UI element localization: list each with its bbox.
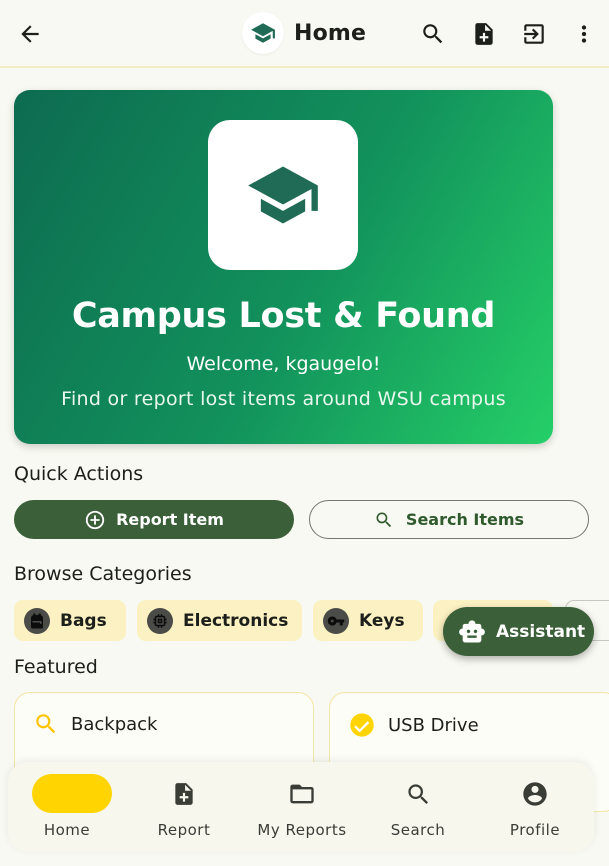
- new-report-button[interactable]: [467, 17, 501, 51]
- report-item-label: Report Item: [116, 510, 224, 529]
- nav-label: Search: [390, 821, 446, 839]
- graduation-cap-icon: [251, 23, 275, 43]
- app-root: Home Campus Lost & Found Welcome, kgauge…: [0, 0, 609, 866]
- backpack-icon: [24, 607, 50, 634]
- search-button[interactable]: [416, 17, 450, 51]
- nav-label: Home: [43, 821, 91, 839]
- nav-item-report[interactable]: Report: [129, 762, 239, 852]
- app-logo: [242, 12, 284, 54]
- nav-item-search[interactable]: Search: [363, 762, 473, 852]
- account-circle-icon: [480, 780, 590, 808]
- search-icon: [363, 780, 473, 808]
- title-group: Home: [242, 12, 366, 54]
- hero-logo-box: [208, 120, 358, 270]
- more-options-button[interactable]: [567, 17, 601, 51]
- add-report-icon: [129, 780, 239, 808]
- nav-item-my-reports[interactable]: My Reports: [247, 762, 357, 852]
- logout-button[interactable]: [517, 17, 551, 51]
- hero-title: Campus Lost & Found: [71, 296, 496, 336]
- chip-icon: [147, 607, 173, 634]
- featured-item-label: USB Drive: [388, 714, 479, 736]
- category-label: Keys: [359, 610, 405, 631]
- nav-label: My Reports: [257, 821, 347, 839]
- add-circle-icon: [85, 510, 105, 529]
- hero-subtitle: Find or report lost items around WSU cam…: [61, 388, 506, 410]
- category-label: Electronics: [183, 610, 289, 631]
- robot-icon: [459, 619, 485, 642]
- category-chip-bags[interactable]: Bags: [14, 600, 126, 641]
- category-chip-electronics[interactable]: Electronics: [137, 600, 302, 641]
- assistant-label: Assistant: [496, 621, 586, 642]
- featured-card-header: Backpack: [33, 711, 157, 737]
- add-report-icon: [475, 23, 493, 45]
- browse-categories-heading: Browse Categories: [14, 563, 192, 585]
- search-items-button[interactable]: Search Items: [309, 500, 589, 539]
- nav-item-home[interactable]: Home: [12, 762, 122, 852]
- search-items-label: Search Items: [405, 510, 525, 529]
- logout-icon: [524, 24, 544, 44]
- nav-label: Report: [157, 821, 211, 839]
- featured-item-label: Backpack: [71, 713, 158, 735]
- page-title: Home: [294, 20, 367, 46]
- category-chip-keys[interactable]: Keys: [313, 600, 423, 641]
- search-icon: [376, 512, 391, 527]
- more-vert-icon: [581, 25, 587, 43]
- hero-welcome: Welcome, kgaugelo!: [186, 353, 381, 375]
- arrow-back-icon: [21, 25, 39, 43]
- featured-card-header: USB Drive: [348, 711, 479, 739]
- search-icon: [423, 24, 443, 44]
- graduation-cap-icon: [248, 166, 318, 224]
- top-app-bar: Home: [0, 0, 609, 68]
- hero-banner: Campus Lost & Found Welcome, kgaugelo! F…: [14, 90, 553, 444]
- featured-heading: Featured: [14, 656, 98, 678]
- assistant-fab[interactable]: Assistant: [443, 607, 594, 656]
- category-label: Bags: [60, 610, 107, 631]
- back-button[interactable]: [14, 18, 46, 50]
- bottom-navigation: Home Report My Reports Search Profile: [8, 762, 594, 852]
- home-icon: [12, 780, 122, 808]
- nav-item-profile[interactable]: Profile: [480, 762, 590, 852]
- folder-icon: [247, 780, 357, 808]
- report-item-button[interactable]: Report Item: [14, 500, 294, 539]
- quick-actions-heading: Quick Actions: [14, 463, 144, 485]
- key-icon: [323, 607, 349, 634]
- nav-label: Profile: [509, 821, 561, 839]
- check-circle-icon: [350, 713, 374, 737]
- search-icon: [36, 714, 56, 734]
